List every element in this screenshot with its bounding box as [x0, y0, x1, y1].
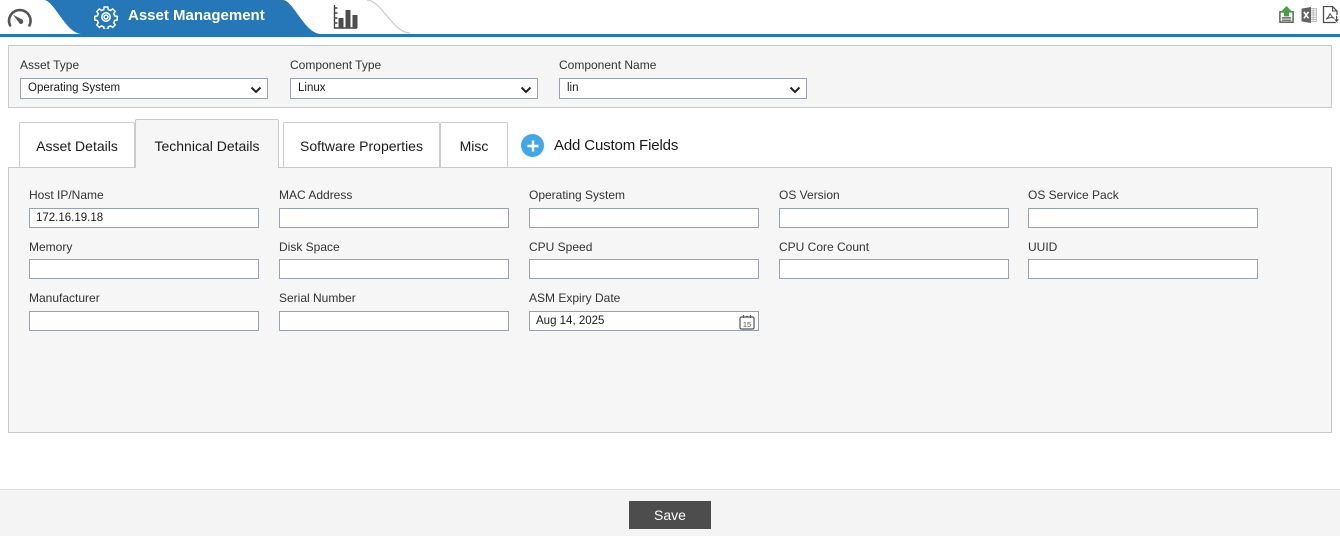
svg-text:15: 15 — [743, 320, 751, 329]
